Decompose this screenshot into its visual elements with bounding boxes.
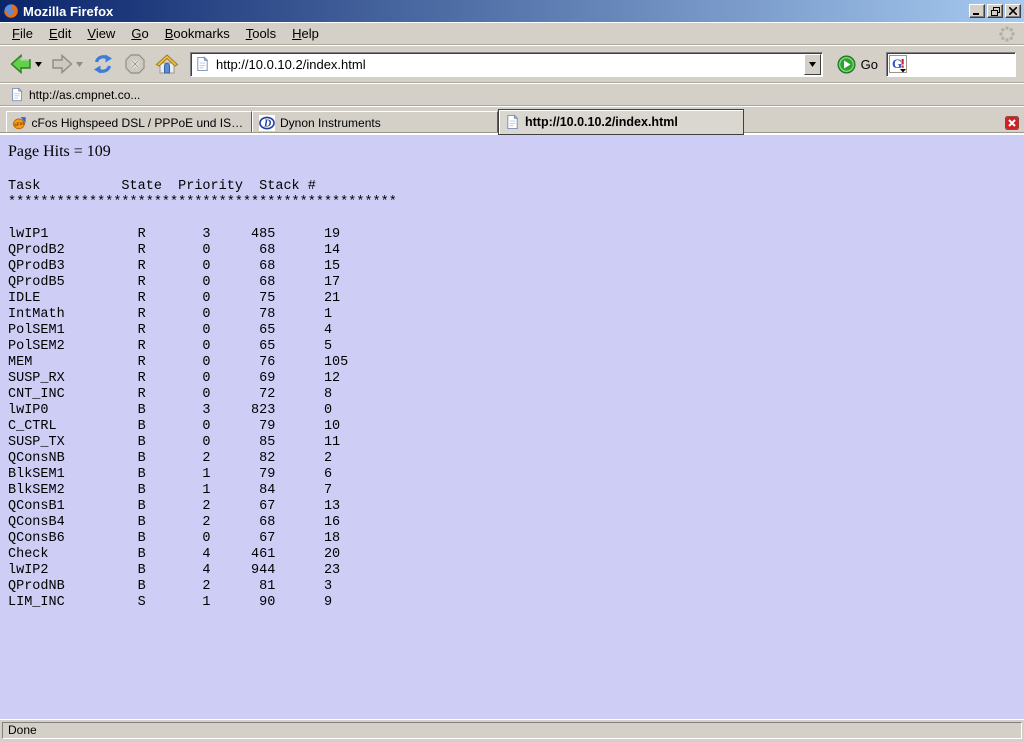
cfos-icon: cFos <box>13 115 26 131</box>
search-input[interactable] <box>909 55 1013 73</box>
titlebar: Mozilla Firefox <box>0 0 1024 22</box>
bookmark-label: http://as.cmpnet.co... <box>29 88 140 102</box>
url-dropdown-button[interactable] <box>804 54 821 75</box>
document-icon <box>195 56 210 72</box>
stop-button[interactable] <box>120 50 150 78</box>
tab-cfos[interactable]: cFos cFos Highspeed DSL / PPPoE und ISDN… <box>6 111 252 135</box>
home-icon <box>154 52 180 76</box>
close-tab-button[interactable] <box>1003 115 1020 131</box>
stop-icon <box>122 52 148 76</box>
forward-dropdown[interactable] <box>75 62 84 67</box>
address-bar[interactable] <box>190 52 823 77</box>
menu-view[interactable]: View <box>79 23 123 44</box>
firefox-logo-icon <box>3 3 19 19</box>
close-tab-icon <box>1005 116 1019 130</box>
menu-go[interactable]: Go <box>123 23 156 44</box>
minimize-icon <box>973 7 981 15</box>
svg-text:D: D <box>263 119 271 130</box>
tab-active-index-page[interactable]: http://10.0.10.2/index.html <box>498 109 744 135</box>
task-table: Task State Priority Stack # ************… <box>8 179 1016 611</box>
restore-icon <box>991 7 1000 16</box>
close-icon <box>1009 7 1017 15</box>
search-box[interactable]: G <box>886 52 1016 77</box>
menubar: File Edit View Go Bookmarks Tools Help <box>0 22 1024 45</box>
page-hits-text: Page Hits = 109 <box>8 143 1016 161</box>
window-title: Mozilla Firefox <box>23 4 969 19</box>
bookmarks-toolbar: http://as.cmpnet.co... <box>0 83 1024 106</box>
restore-button[interactable] <box>987 4 1003 18</box>
navigation-toolbar: Go G <box>0 45 1024 83</box>
back-button[interactable] <box>6 50 45 78</box>
tab-dynon[interactable]: D Dynon Instruments <box>252 111 498 135</box>
bookmark-item[interactable]: http://as.cmpnet.co... <box>6 85 144 104</box>
dynon-icon: D <box>259 115 275 131</box>
svg-text:G: G <box>892 56 902 71</box>
forward-button[interactable] <box>47 50 86 78</box>
minimize-button[interactable] <box>969 4 985 18</box>
reload-icon <box>90 52 116 76</box>
tab-bar: cFos cFos Highspeed DSL / PPPoE und ISDN… <box>0 106 1024 135</box>
tab-label: Dynon Instruments <box>280 116 381 130</box>
page-content: Page Hits = 109 Task State Priority Stac… <box>0 135 1024 719</box>
status-text: Done <box>2 722 1022 739</box>
go-button[interactable]: Go <box>831 53 884 76</box>
throbber-icon <box>998 25 1016 43</box>
menu-bookmarks[interactable]: Bookmarks <box>157 23 238 44</box>
go-label: Go <box>861 57 878 72</box>
go-icon <box>837 55 856 74</box>
forward-arrow-icon <box>49 52 75 76</box>
tab-label: http://10.0.10.2/index.html <box>525 115 678 129</box>
menu-help[interactable]: Help <box>284 23 327 44</box>
back-arrow-icon <box>8 52 34 76</box>
close-button[interactable] <box>1005 4 1021 18</box>
reload-button[interactable] <box>88 50 118 78</box>
menu-tools[interactable]: Tools <box>238 23 284 44</box>
google-icon: G <box>889 55 907 73</box>
document-icon <box>505 114 520 130</box>
url-input[interactable] <box>216 55 804 73</box>
home-button[interactable] <box>152 50 182 78</box>
status-bar: Done <box>0 719 1024 742</box>
tab-label: cFos Highspeed DSL / PPPoE und ISDN CAP.… <box>31 116 245 130</box>
menu-edit[interactable]: Edit <box>41 23 79 44</box>
back-dropdown[interactable] <box>34 62 43 67</box>
menu-file[interactable]: File <box>4 23 41 44</box>
document-icon <box>10 87 24 102</box>
